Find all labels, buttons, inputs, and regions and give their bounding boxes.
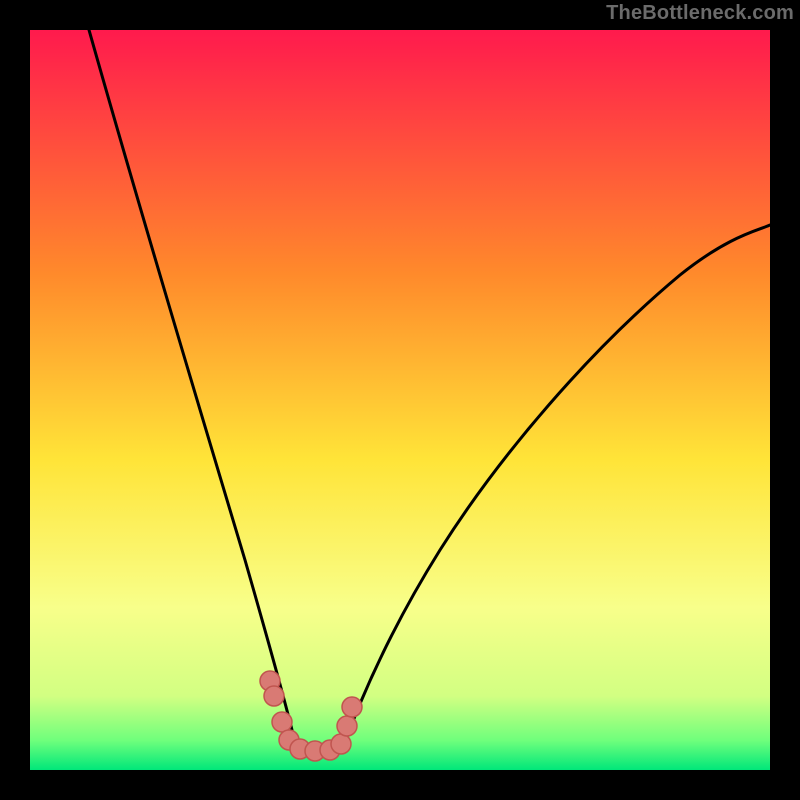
watermark-text: TheBottleneck.com: [606, 2, 794, 25]
gradient-background: [30, 30, 770, 770]
plot-area: [30, 30, 770, 770]
plot-svg: [30, 30, 770, 770]
chart-frame: TheBottleneck.com: [0, 0, 800, 800]
